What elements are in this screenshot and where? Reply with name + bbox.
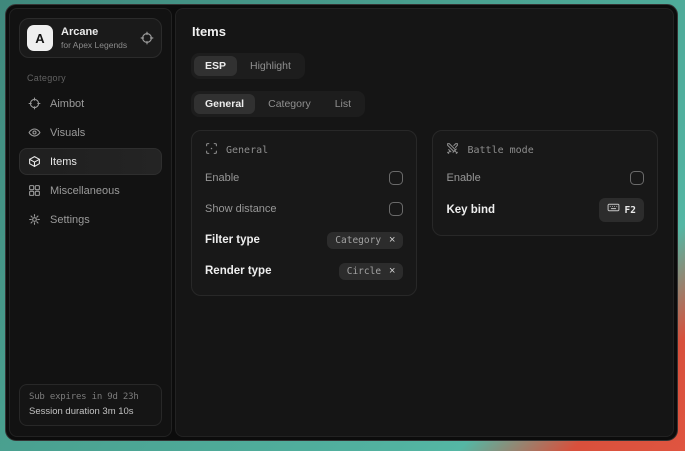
clear-icon[interactable]: × [389, 235, 395, 246]
render-type-value: Circle [347, 266, 381, 277]
show-distance-checkbox[interactable] [389, 202, 403, 216]
app-name: Arcane [61, 26, 127, 39]
sidebar: A Arcane for Apex Legends Category [9, 8, 172, 437]
page-title: Items [192, 24, 658, 39]
clear-icon[interactable]: × [389, 266, 395, 277]
main-content: Items ESP Highlight General Category Lis… [175, 8, 674, 437]
brand-text: Arcane for Apex Legends [61, 26, 127, 50]
sidebar-item-items[interactable]: Items [19, 148, 162, 175]
panel-battle-header: Battle mode [446, 142, 644, 158]
panels-container: General Enable Show distance Filter type… [191, 130, 658, 296]
app-logo: A [27, 25, 53, 51]
brand-card: A Arcane for Apex Legends [19, 18, 162, 58]
setting-row-show-distance: Show distance [205, 198, 403, 220]
panel-general: General Enable Show distance Filter type… [191, 130, 417, 296]
tab-esp[interactable]: ESP [194, 56, 237, 76]
app-window: A Arcane for Apex Legends Category [5, 4, 678, 441]
panel-general-header: General [205, 142, 403, 158]
battle-enable-checkbox[interactable] [630, 171, 644, 185]
subscription-status-card: Sub expires in 9d 23h Session duration 3… [19, 384, 162, 426]
viewfinder-icon [205, 142, 218, 158]
keybind-button[interactable]: F2 [599, 198, 644, 222]
setting-row-filter-type: Filter type Category × [205, 229, 403, 251]
keybind-value: F2 [625, 205, 636, 216]
keyboard-icon [607, 201, 620, 219]
setting-row-enable: Enable [205, 167, 403, 189]
setting-label: Show distance [205, 203, 277, 215]
panel-title: Battle mode [467, 145, 533, 156]
swords-icon [446, 142, 459, 158]
sidebar-item-label: Aimbot [50, 98, 84, 110]
grid-icon [28, 184, 41, 197]
render-type-select[interactable]: Circle × [339, 263, 404, 280]
sidebar-section-label: Category [27, 73, 162, 83]
sidebar-item-settings[interactable]: Settings [19, 206, 162, 233]
session-duration-text: Session duration 3m 10s [29, 406, 152, 417]
setting-label: Key bind [446, 204, 495, 216]
setting-label: Render type [205, 265, 271, 277]
tab-general[interactable]: General [194, 94, 255, 114]
sidebar-nav: Aimbot Visuals Items [19, 90, 162, 233]
enable-checkbox[interactable] [389, 171, 403, 185]
setting-label: Enable [205, 172, 239, 184]
tab-category[interactable]: Category [257, 94, 322, 114]
sidebar-item-label: Items [50, 156, 77, 168]
setting-row-render-type: Render type Circle × [205, 260, 403, 282]
filter-type-value: Category [335, 235, 381, 246]
mode-tab-group: ESP Highlight [191, 53, 305, 79]
view-tab-group: General Category List [191, 91, 365, 117]
setting-label: Enable [446, 172, 480, 184]
target-icon[interactable] [140, 31, 154, 45]
filter-type-select[interactable]: Category × [327, 232, 403, 249]
setting-row-key-bind: Key bind F2 [446, 198, 644, 222]
sidebar-item-visuals[interactable]: Visuals [19, 119, 162, 146]
panel-battle-mode: Battle mode Enable Key bind [432, 130, 658, 236]
app-subtitle: for Apex Legends [61, 40, 127, 50]
panel-title: General [226, 145, 268, 156]
tab-highlight[interactable]: Highlight [239, 56, 302, 76]
eye-icon [28, 126, 41, 139]
sidebar-item-label: Visuals [50, 127, 85, 139]
gear-icon [28, 213, 41, 226]
crosshair-icon [28, 97, 41, 110]
sidebar-item-miscellaneous[interactable]: Miscellaneous [19, 177, 162, 204]
package-icon [28, 155, 41, 168]
sidebar-item-aimbot[interactable]: Aimbot [19, 90, 162, 117]
sub-expiry-text: Sub expires in 9d 23h [29, 392, 152, 402]
setting-label: Filter type [205, 234, 260, 246]
setting-row-enable: Enable [446, 167, 644, 189]
sidebar-item-label: Miscellaneous [50, 185, 120, 197]
sidebar-item-label: Settings [50, 214, 90, 226]
tab-list[interactable]: List [324, 94, 362, 114]
